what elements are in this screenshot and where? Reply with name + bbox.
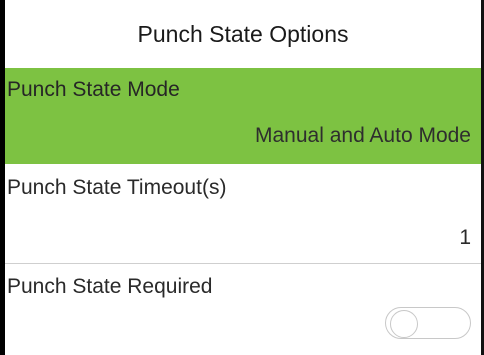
option-value: Manual and Auto Mode: [255, 124, 471, 147]
option-label: Punch State Required: [7, 275, 213, 298]
toggle-knob: [390, 310, 418, 338]
option-label: Punch State Mode: [7, 78, 180, 101]
punch-state-options-screen: Punch State Options Punch State Mode Man…: [0, 0, 484, 355]
option-punch-state-timeout[interactable]: Punch State Timeout(s) 1: [5, 164, 481, 264]
option-label: Punch State Timeout(s): [7, 176, 227, 199]
punch-state-required-toggle[interactable]: [385, 307, 471, 339]
page-title: Punch State Options: [5, 0, 481, 69]
option-punch-state-required[interactable]: Punch State Required: [5, 265, 481, 355]
option-punch-state-mode[interactable]: Punch State Mode Manual and Auto Mode: [5, 68, 481, 164]
option-value: 1: [459, 226, 471, 249]
